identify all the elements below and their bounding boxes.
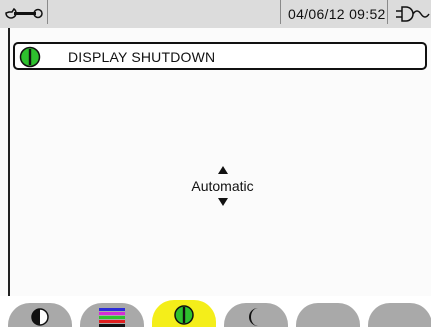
- page-title: DISPLAY SHUTDOWN: [68, 49, 216, 65]
- wrench-icon[interactable]: [4, 5, 44, 21]
- page-title-box: DISPLAY SHUTDOWN: [13, 42, 427, 70]
- increase-arrow-icon[interactable]: [218, 166, 228, 174]
- power-plug-icon: [396, 6, 430, 22]
- decrease-arrow-icon[interactable]: [218, 198, 228, 206]
- date-time: 04/06/12 09:52: [288, 6, 386, 22]
- status-bar: 04/06/12 09:52: [0, 0, 431, 28]
- content-border: [8, 28, 10, 298]
- tab-display-shutdown[interactable]: [152, 300, 216, 327]
- status-separator: [47, 0, 48, 24]
- tab-contrast[interactable]: [8, 303, 72, 327]
- status-separator: [387, 0, 388, 24]
- shutdown-mode-value[interactable]: Automatic: [0, 178, 431, 194]
- tab-night-mode[interactable]: [224, 303, 288, 327]
- display-shutdown-icon: [174, 305, 194, 325]
- contrast-icon: [31, 308, 49, 326]
- display-shutdown-icon: [19, 46, 41, 68]
- status-separator: [280, 0, 281, 24]
- tab-empty-5[interactable]: [296, 303, 360, 327]
- tab-empty-6[interactable]: [368, 303, 431, 327]
- screen: 04/06/12 09:52 DISPLAY SHUTDOWN Automati…: [0, 0, 431, 327]
- night-mode-icon: [249, 308, 258, 326]
- function-tab-bar: [0, 296, 431, 327]
- color-bars-icon: [99, 308, 125, 327]
- tab-colors[interactable]: [80, 303, 144, 327]
